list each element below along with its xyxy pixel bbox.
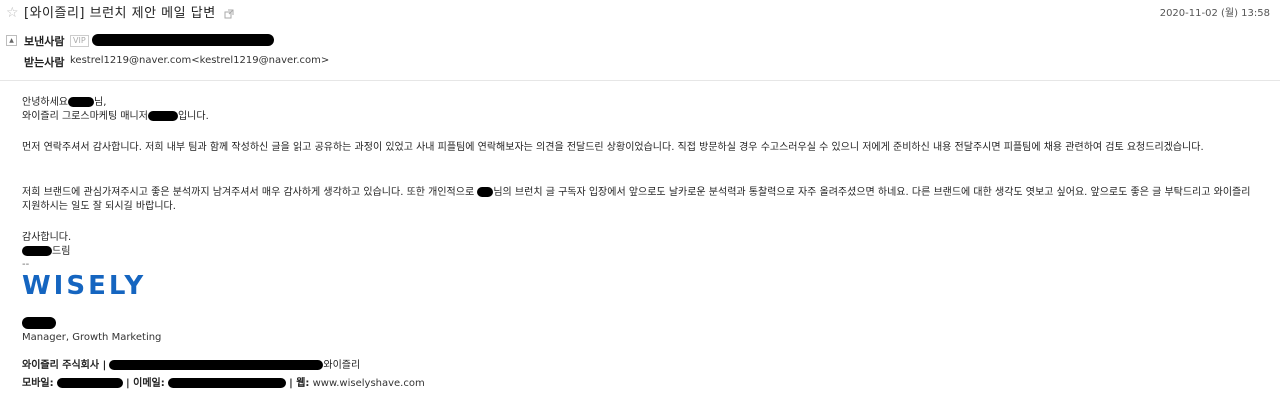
website-link[interactable]: www.wiselyshave.com — [313, 378, 425, 389]
intro-prefix: 와이즐리 그로스마케팅 매니저 — [22, 111, 148, 122]
subject-text: [와이즐리] 브런치 제안 메일 답변 — [24, 6, 216, 21]
company-tail: 와이즐리 — [323, 360, 361, 371]
name-redaction — [147, 111, 178, 121]
from-label: 보낸사람 — [24, 35, 65, 48]
signature-title: Manager, Growth Marketing — [22, 332, 162, 343]
to-label: 받는사람 — [24, 56, 65, 69]
header-divider — [0, 80, 1280, 81]
contact-line: 모바일: | 이메일: | 웹: www.wiselyshave.com — [22, 377, 1262, 391]
greeting-suffix: 님, — [94, 97, 107, 108]
wisely-logo: WISELY — [22, 271, 147, 301]
paragraph-1: 먼저 연락주셔서 감사합니다. 저희 내부 팀과 함께 작성하신 글을 읽고 공… — [22, 142, 1204, 153]
mobile-label: 모바일: — [22, 378, 54, 389]
greeting-line: 안녕하세요 님, — [22, 96, 1262, 110]
signature-name-redaction — [22, 317, 56, 329]
name-redaction — [22, 246, 52, 256]
signature-dashes: -- — [22, 259, 30, 270]
name-redaction — [68, 97, 94, 107]
closing-line: 감사합니다. — [22, 232, 72, 243]
greeting-prefix: 안녕하세요 — [22, 97, 68, 108]
star-icon[interactable]: ☆ — [6, 6, 19, 20]
mail-date: 2020-11-02 (월) 13:58 — [1159, 8, 1270, 19]
company-name: 와이즐리 주식회사 | — [22, 360, 107, 371]
intro-suffix: 입니다. — [177, 111, 209, 122]
intro-line: 와이즐리 그로스마케팅 매니저 입니다. — [22, 110, 1262, 124]
web-label: | 웹: — [289, 378, 310, 389]
phone-redaction — [56, 378, 123, 388]
vip-badge: VIP — [70, 35, 89, 47]
external-link-icon[interactable] — [224, 9, 234, 19]
mail-subject: [와이즐리] 브런치 제안 메일 답변 — [24, 5, 234, 22]
sender-redaction — [92, 34, 274, 46]
email-redaction — [167, 378, 286, 388]
company-line: 와이즐리 주식회사 | 와이즐리 — [22, 359, 1262, 373]
paragraph-2: 저희 브랜드에 관심가져주시고 좋은 분석까지 남겨주셔서 매우 감사하게 생각… — [22, 186, 1262, 214]
email-label: | 이메일: — [125, 378, 165, 389]
recipient-address[interactable]: kestrel1219@naver.com<kestrel1219@naver.… — [70, 55, 329, 66]
collapse-toggle-icon[interactable]: ▲ — [6, 35, 17, 46]
name-redaction — [477, 187, 494, 197]
sign-line: 드림 — [22, 245, 1262, 259]
address-redaction — [109, 360, 324, 370]
paragraph-2-part-a: 저희 브랜드에 관심가져주시고 좋은 분석까지 남겨주셔서 매우 감사하게 생각… — [22, 187, 475, 198]
sign-suffix: 드림 — [52, 246, 71, 257]
